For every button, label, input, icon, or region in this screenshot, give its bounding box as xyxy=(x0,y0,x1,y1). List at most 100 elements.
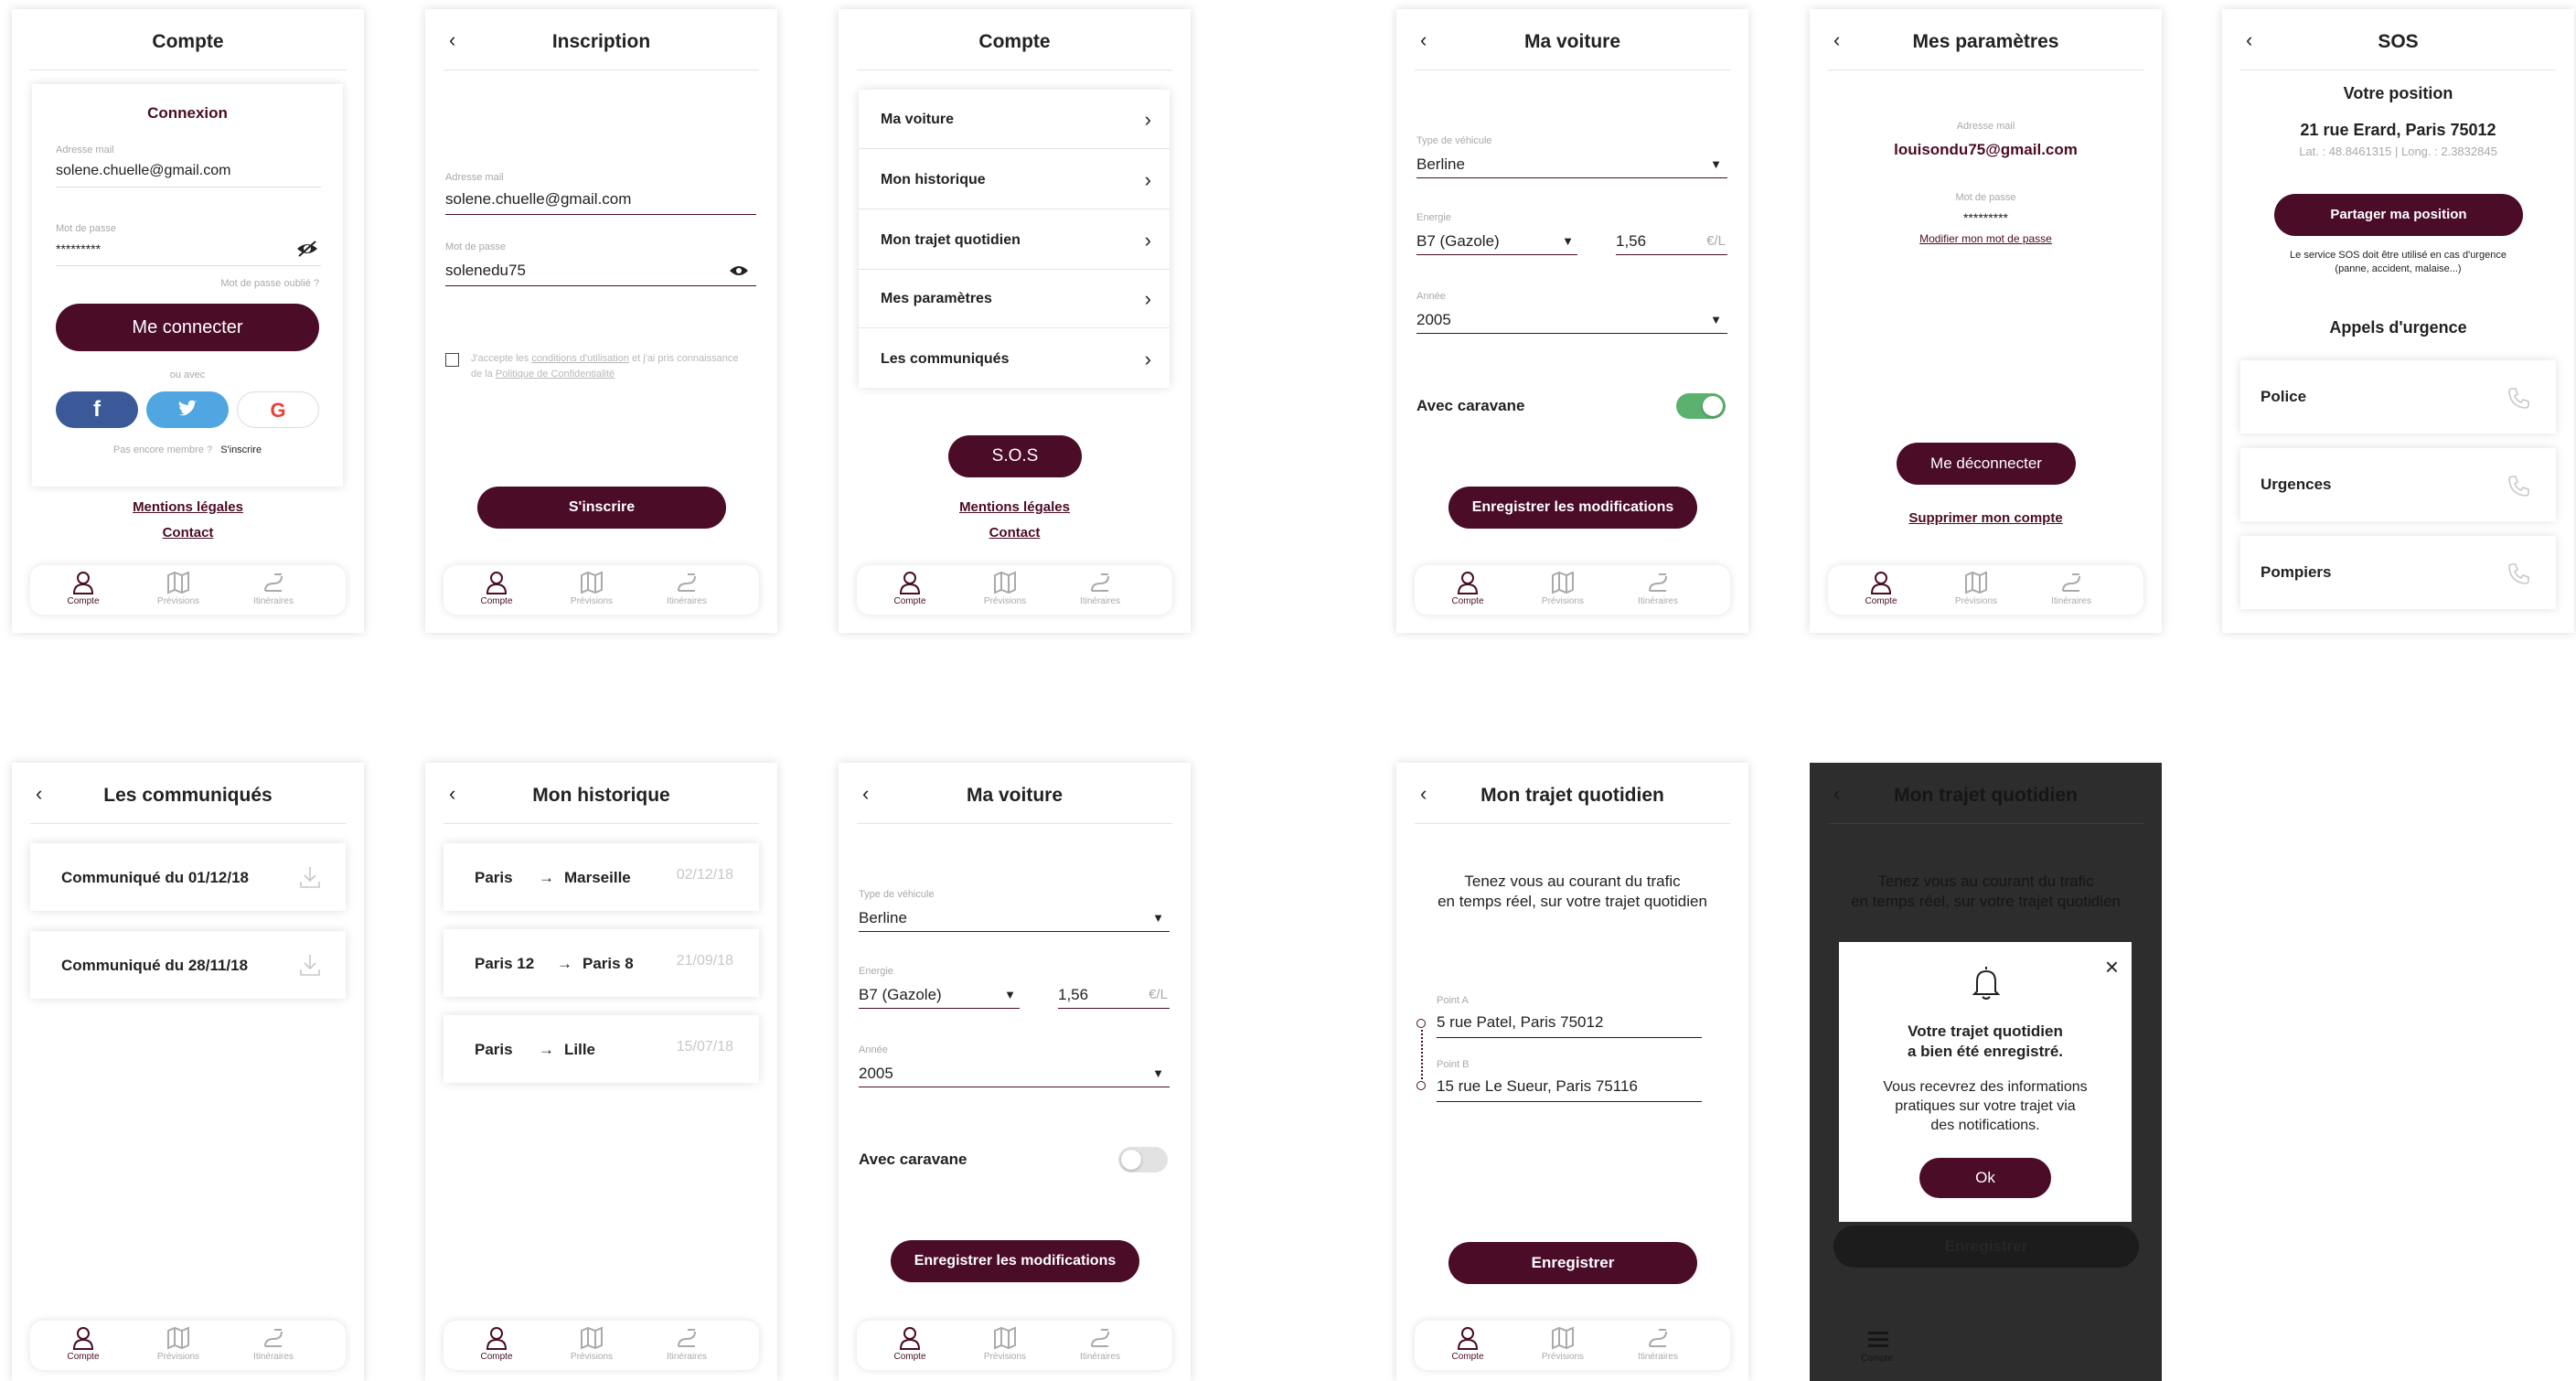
modal-text-line-3: des notifications. xyxy=(1930,1118,2040,1133)
menu-item-label: Ma voiture xyxy=(881,112,955,127)
tab-compte[interactable]: Compte xyxy=(47,1326,120,1362)
legal-link[interactable]: Mentions légales xyxy=(839,499,1191,515)
tab-itineraires[interactable]: Itinéraires xyxy=(650,1326,723,1362)
tab-previsions[interactable]: Prévisions xyxy=(142,1326,215,1362)
save-route-button[interactable]: Enregistrer xyxy=(1448,1242,1697,1284)
email-field[interactable]: solene.chuelle@gmail.com xyxy=(56,163,321,187)
terms-checkbox[interactable] xyxy=(445,353,459,367)
tab-compte[interactable]: Compte xyxy=(47,571,120,606)
close-icon[interactable]: × xyxy=(2105,953,2119,981)
vehicle-type-select[interactable]: Berline ▼ xyxy=(859,907,1170,932)
signup-link[interactable]: S'inscrire xyxy=(220,444,262,455)
phone-icon xyxy=(2508,563,2529,584)
communique-item[interactable]: Communiqué du 28/11/18 xyxy=(30,931,346,999)
tab-compte[interactable]: Compte xyxy=(1431,571,1504,606)
energy-label: Energie xyxy=(859,966,893,977)
tab-previsions[interactable]: Prévisions xyxy=(555,1326,628,1362)
terms-link[interactable]: conditions d'utilisation xyxy=(531,353,629,364)
energy-select[interactable]: B7 (Gazole) ▼ xyxy=(859,984,1020,1009)
tab-compte[interactable]: Compte xyxy=(1844,571,1918,606)
tab-label: Itinéraires xyxy=(253,1352,294,1362)
header: ‹ Ma voiture xyxy=(1415,9,1730,70)
ok-button[interactable]: Ok xyxy=(1919,1158,2051,1198)
history-item[interactable]: Paris → Lille 15/07/18 xyxy=(444,1015,759,1083)
forgot-password-link[interactable]: Mot de passe oublié ? xyxy=(220,278,319,289)
tab-itineraires[interactable]: Itinéraires xyxy=(2035,571,2108,606)
save-button[interactable]: Enregistrer les modifications xyxy=(1448,487,1697,529)
change-password-link[interactable]: Modifier mon mot de passe xyxy=(1810,232,2162,245)
point-a-field[interactable]: 5 rue Patel, Paris 75012 xyxy=(1437,1013,1702,1038)
call-urgences[interactable]: Urgences xyxy=(2240,448,2556,521)
delete-account-link[interactable]: Supprimer mon compte xyxy=(1810,510,2162,526)
google-button[interactable]: G xyxy=(237,391,319,428)
menu-item-historique[interactable]: Mon historique › xyxy=(859,150,1170,209)
tab-itineraires[interactable]: Itinéraires xyxy=(1064,571,1137,606)
logout-button[interactable]: Me déconnecter xyxy=(1897,443,2076,485)
tab-bar: Compte Prévisions Itinéraires xyxy=(30,1321,346,1370)
tab-previsions[interactable]: Prévisions xyxy=(142,571,215,606)
contact-link[interactable]: Contact xyxy=(839,525,1191,541)
caret-down-icon: ▼ xyxy=(1152,911,1164,925)
sos-button[interactable]: S.O.S xyxy=(948,435,1082,477)
legal-link[interactable]: Mentions légales xyxy=(12,499,364,515)
tab-previsions[interactable]: Prévisions xyxy=(1526,1326,1599,1362)
caravan-toggle[interactable] xyxy=(1118,1147,1168,1172)
tab-compte[interactable]: Compte xyxy=(873,571,946,606)
menu-item-communiques[interactable]: Les communiqués › xyxy=(859,329,1170,388)
download-icon[interactable] xyxy=(298,865,322,889)
twitter-button[interactable] xyxy=(146,391,229,428)
tab-itineraires[interactable]: Itinéraires xyxy=(237,1326,310,1362)
tab-previsions[interactable]: Prévisions xyxy=(1526,571,1599,606)
tab-compte[interactable]: Compte xyxy=(1431,1326,1504,1362)
point-b-field[interactable]: 15 rue Le Sueur, Paris 75116 xyxy=(1437,1077,1702,1102)
menu-item-trajet[interactable]: Mon trajet quotidien › xyxy=(859,210,1170,270)
tab-itineraires[interactable]: Itinéraires xyxy=(650,571,723,606)
energy-select[interactable]: B7 (Gazole) ▼ xyxy=(1416,230,1577,255)
year-select[interactable]: 2005 ▼ xyxy=(859,1063,1170,1087)
tab-previsions[interactable]: Prévisions xyxy=(968,1326,1042,1362)
header: Compte xyxy=(30,9,346,70)
caravan-toggle[interactable] xyxy=(1676,393,1726,419)
page-title: Mes paramètres xyxy=(1912,31,2059,52)
header: ‹ Mon historique xyxy=(444,763,759,824)
tab-previsions[interactable]: Prévisions xyxy=(1940,571,2013,606)
vehicle-type-select[interactable]: Berline ▼ xyxy=(1416,154,1727,178)
call-police[interactable]: Police xyxy=(2240,360,2556,434)
menu-item-ma-voiture[interactable]: Ma voiture › xyxy=(859,90,1170,149)
tab-itineraires[interactable]: Itinéraires xyxy=(237,571,310,606)
login-button[interactable]: Me connecter xyxy=(56,304,319,351)
download-icon[interactable] xyxy=(298,953,322,977)
privacy-link[interactable]: Politique de Confidentialité xyxy=(496,369,615,380)
share-position-button[interactable]: Partager ma position xyxy=(2274,194,2523,236)
signup-button[interactable]: S'inscrire xyxy=(477,487,726,529)
facebook-button[interactable]: f xyxy=(56,391,138,428)
tab-compte[interactable]: Compte xyxy=(460,1326,533,1362)
tab-itineraires[interactable]: Itinéraires xyxy=(1621,1326,1694,1362)
save-button[interactable]: Enregistrer les modifications xyxy=(891,1240,1139,1282)
tab-previsions[interactable]: Prévisions xyxy=(555,571,628,606)
route-icon xyxy=(1649,1329,1667,1347)
year-select[interactable]: 2005 ▼ xyxy=(1416,309,1727,334)
eye-off-icon[interactable] xyxy=(295,240,319,258)
tab-itineraires[interactable]: Itinéraires xyxy=(1064,1326,1137,1362)
contact-link[interactable]: Contact xyxy=(12,525,364,541)
tab-compte[interactable]: Compte xyxy=(873,1326,946,1362)
email-field[interactable]: solene.chuelle@gmail.com xyxy=(445,190,756,215)
price-field[interactable]: 1,56 €/L xyxy=(1616,230,1727,255)
history-item[interactable]: Paris → Marseille 02/12/18 xyxy=(444,843,759,911)
tab-compte[interactable]: Compte xyxy=(460,571,533,606)
communique-item[interactable]: Communiqué du 01/12/18 xyxy=(30,843,346,911)
eye-icon[interactable] xyxy=(729,263,749,278)
password-field[interactable]: solenedu75 xyxy=(445,262,756,286)
screen-communiques: ‹ Les communiqués Communiqué du 01/12/18 … xyxy=(12,763,364,1381)
password-field[interactable]: ********* xyxy=(56,241,321,266)
tab-previsions[interactable]: Prévisions xyxy=(968,571,1042,606)
history-item[interactable]: Paris 12 → Paris 8 21/09/18 xyxy=(444,929,759,997)
intro-line-2: en temps réel, sur votre trajet quotidie… xyxy=(1851,893,2121,910)
tab-itineraires[interactable]: Itinéraires xyxy=(1621,571,1694,606)
phone-icon xyxy=(2508,476,2529,497)
call-pompiers[interactable]: Pompiers xyxy=(2240,536,2556,609)
price-field[interactable]: 1,56 €/L xyxy=(1058,984,1170,1009)
screen-settings: ‹ Mes paramètres Adresse mail louisondu75… xyxy=(1810,9,2162,633)
menu-item-parametres[interactable]: Mes paramètres › xyxy=(859,269,1170,328)
